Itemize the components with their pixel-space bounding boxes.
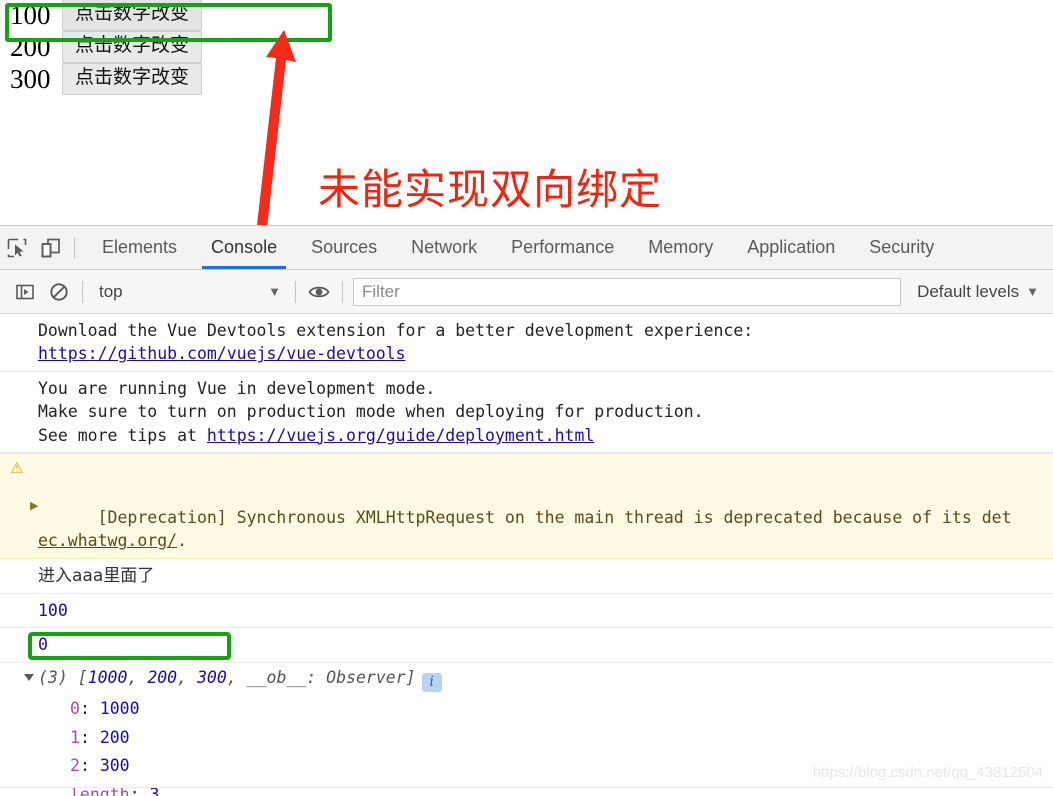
tab-performance[interactable]: Performance [494,226,631,269]
execution-context-value: top [99,281,123,301]
counter-value: 300 [10,63,51,94]
change-number-button[interactable]: 点击数字改变 [62,63,203,95]
annotation-text: 未能实现双向绑定 [318,165,663,214]
array-count: (3) [38,667,68,687]
sidebar-toggle-icon[interactable] [8,275,42,309]
array-preview-item: 1000 [87,667,128,687]
array-preview-row[interactable]: (3) [1000, 200, 300, __ob__: Observer] i [0,663,1053,695]
live-expression-eye-icon[interactable] [302,275,336,309]
tab-memory[interactable]: Memory [631,226,730,269]
message-text: Download the Vue Devtools extension for … [38,321,754,340]
message-text: See more tips at [38,425,207,445]
warning-link[interactable]: ec.whatwg.org/ [38,531,177,550]
console-filter-toolbar: top ▼ Default levels ▼ [0,270,1053,314]
console-message[interactable]: Download the Vue Devtools extension for … [0,314,1053,372]
array-property-row[interactable]: 1: 200 [0,724,1053,753]
message-text: You are running Vue in development mode. [38,378,436,398]
property-key: 2 [70,756,80,776]
array-bracket-open: [ [67,667,88,687]
tab-network[interactable]: Network [394,226,494,269]
array-property-row[interactable]: 0: 1000 [0,695,1053,724]
counter-row: 300 点击数字改变 [10,63,1053,95]
execution-context-select[interactable]: top ▼ [89,282,289,302]
message-value: 100 [38,600,68,620]
tab-console[interactable]: Console [194,226,294,269]
property-value: 200 [99,727,130,747]
change-number-button[interactable]: 点击数字改变 [62,0,203,31]
message-value: 0 [38,635,48,655]
devtools-panel: Elements Console Sources Network Perform… [0,225,1053,796]
devtools-tabbar: Elements Console Sources Network Perform… [0,225,1053,270]
property-value: 1000 [99,698,140,718]
filterbar-divider [82,280,83,303]
inspect-element-icon[interactable] [0,231,34,265]
counter-row: 100 点击数字改变 [10,0,1053,31]
warning-text: [Deprecation] Synchronous XMLHttpRequest… [97,507,1012,527]
property-value: 300 [99,756,130,776]
collapse-triangle-icon[interactable] [24,673,34,685]
warning-triangle-icon: ⚠ [10,459,24,478]
watermark: https://blog.csdn.net/qq_43812504 [812,764,1043,781]
counter-row: 200 点击数字改变 [10,31,1053,63]
console-message[interactable]: 100 [0,594,1053,629]
change-number-button[interactable]: 点击数字改变 [62,31,203,63]
message-link[interactable]: https://vuejs.org/guide/deployment.html [207,426,594,445]
tab-application[interactable]: Application [730,226,852,269]
console-message[interactable]: You are running Vue in development mode.… [0,372,1053,454]
log-levels-label: Default levels [917,281,1020,301]
devtools-tab-list: Elements Console Sources Network Perform… [85,226,951,269]
counter-value: 200 [10,31,51,62]
device-toolbar-icon[interactable] [34,231,68,265]
expand-triangle-icon[interactable]: ▶ [30,498,38,514]
counter-value: 100 [10,0,51,30]
array-preview-item: 200 [147,667,178,687]
console-message[interactable]: 进入aaa里面了 [0,559,1053,594]
clear-console-icon[interactable] [42,275,76,309]
filterbar-divider [295,280,296,303]
console-warning-message[interactable]: ⚠ ▶ [Deprecation] Synchronous XMLHttpRequ… [0,453,1053,559]
filterbar-divider [342,280,343,303]
filter-input[interactable] [353,277,902,306]
tab-sources[interactable]: Sources [294,226,394,269]
warning-trailing: . [177,531,188,551]
info-icon[interactable]: i [421,672,442,692]
chevron-down-icon: ▼ [268,284,281,299]
toolbar-divider [74,236,75,259]
chevron-down-icon: ▼ [1026,284,1039,299]
console-message-list[interactable]: Download the Vue Devtools extension for … [0,314,1053,796]
array-preview-item: 300 [197,667,227,687]
divider [0,787,1053,788]
console-message[interactable]: 0 [0,628,1053,663]
log-levels-dropdown[interactable]: Default levels ▼ [907,282,1045,302]
message-link[interactable]: https://github.com/vuejs/vue-devtools [38,344,406,363]
property-key: 1 [70,727,80,747]
message-text: Make sure to turn on production mode whe… [38,402,704,422]
tab-security[interactable]: Security [852,226,951,269]
array-observer-suffix: , __ob__: Observer] [226,667,416,687]
array-property-row[interactable]: length: 3 [0,781,1053,796]
property-key: 0 [70,698,80,718]
tab-elements[interactable]: Elements [85,226,194,269]
